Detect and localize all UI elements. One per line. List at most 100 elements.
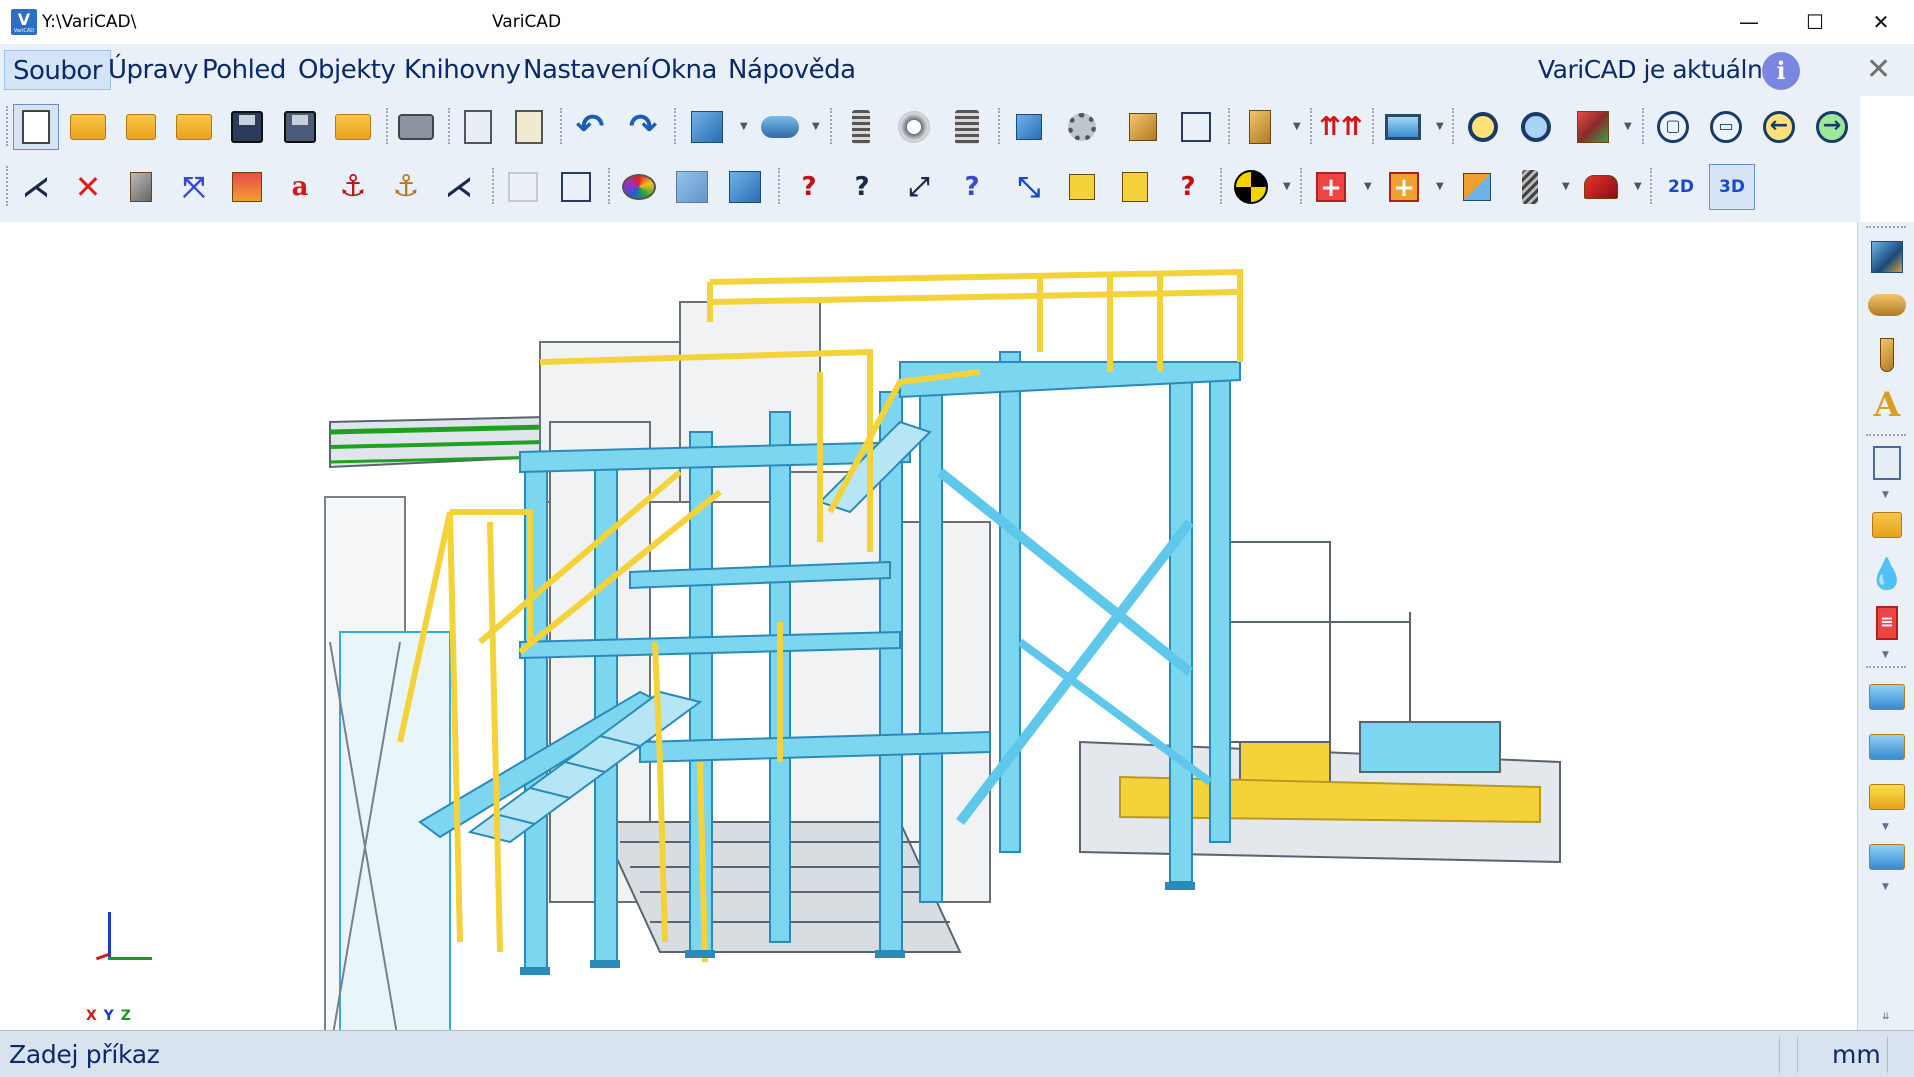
anchor-button[interactable]: ⚓ [330, 164, 376, 210]
chevron-down-icon[interactable]: ▼ [1882, 490, 1889, 500]
zoom-all-button[interactable] [1513, 104, 1559, 150]
chevron-down-icon[interactable]: ▼ [812, 122, 822, 132]
minimize-button[interactable]: — [1716, 0, 1782, 44]
wireframe-light-button[interactable] [500, 164, 546, 210]
save-button[interactable] [224, 104, 270, 150]
new-file-button[interactable] [13, 104, 59, 150]
solid-view-button[interactable] [722, 164, 768, 210]
chevron-down-icon[interactable]: ▼ [1882, 822, 1889, 832]
material-button[interactable]: 💧 [1864, 552, 1910, 598]
chevron-down-icon[interactable]: ▼ [1624, 122, 1634, 132]
solid-box-button[interactable] [684, 104, 730, 150]
print-button[interactable] [393, 104, 439, 150]
update-button[interactable] [1864, 724, 1910, 770]
insert-solid-button[interactable] [1006, 104, 1052, 150]
maximize-button[interactable]: ☐ [1782, 0, 1848, 44]
chevron-down-icon[interactable]: ▼ [1634, 182, 1644, 192]
assembly-grid-button[interactable] [1173, 104, 1219, 150]
display-settings-button[interactable] [1380, 104, 1426, 150]
export-button[interactable] [1864, 674, 1910, 720]
chevron-down-icon[interactable]: ▼ [1882, 882, 1889, 892]
switch-3d-button[interactable]: 3D [1709, 164, 1755, 210]
anchor-solid-button[interactable]: ⚓ [383, 164, 429, 210]
pan-left-button[interactable]: ← [1756, 104, 1802, 150]
select-button[interactable]: ⋌ [13, 164, 59, 210]
chevron-down-icon[interactable]: ▼ [1436, 182, 1446, 192]
toolbar-grip[interactable] [6, 166, 10, 206]
boolean-cut-button[interactable] [1454, 164, 1500, 210]
drill-button[interactable] [1507, 164, 1553, 210]
copy-button[interactable] [455, 104, 501, 150]
bolt-button[interactable] [838, 104, 884, 150]
open-file-button[interactable] [65, 104, 111, 150]
undo-button[interactable]: ↶ [567, 104, 613, 150]
menu-pohled[interactable]: Pohled [194, 50, 294, 90]
boolean-add-button[interactable]: + [1308, 164, 1354, 210]
surface-button[interactable] [1112, 164, 1158, 210]
text-3d-button[interactable]: A [1864, 382, 1910, 428]
3d-viewport[interactable] [0, 222, 1857, 1077]
move-button[interactable]: ⤧ [171, 164, 217, 210]
info-icon[interactable]: i [1762, 52, 1800, 90]
menu-nastaveni[interactable]: Nastavení [515, 50, 657, 90]
shading-button[interactable] [669, 164, 715, 210]
unlink-button[interactable] [1864, 834, 1910, 880]
zoom-window-button[interactable]: ▭ [1703, 104, 1749, 150]
scroll-down-icon[interactable]: ⇊ [1882, 1012, 1890, 1022]
pan-right-button[interactable]: → [1809, 104, 1855, 150]
volume-button[interactable]: ? [1165, 164, 1211, 210]
toolbar-grip[interactable] [6, 106, 10, 146]
chevron-down-icon[interactable]: ▼ [1436, 122, 1446, 132]
open-recent-button[interactable] [118, 104, 164, 150]
center-gravity-button[interactable] [1228, 164, 1274, 210]
extrude-button[interactable] [118, 164, 164, 210]
close-window-button[interactable]: ✕ [1848, 0, 1914, 44]
fillet-button[interactable] [1578, 164, 1624, 210]
redo-button[interactable]: ↷ [620, 104, 666, 150]
wireframe-button[interactable] [553, 164, 599, 210]
menu-objekty[interactable]: Objekty [290, 50, 403, 90]
mechanical-calc-button[interactable]: ⇈⇈ [1318, 104, 1364, 150]
zoom-previous-button[interactable] [1460, 104, 1506, 150]
boolean-move-button[interactable]: + [1381, 164, 1427, 210]
chevron-down-icon[interactable]: ▼ [1283, 182, 1293, 192]
measure-button[interactable]: ⤢ [896, 164, 942, 210]
point-query-button[interactable]: ? [949, 164, 995, 210]
save-all-button[interactable] [277, 104, 323, 150]
solid-panel-button[interactable] [1864, 234, 1910, 280]
structure-button[interactable]: ≡ [1864, 600, 1910, 646]
spring-button[interactable] [944, 104, 990, 150]
check-files-button[interactable] [330, 104, 376, 150]
switch-2d-button[interactable]: 2D [1658, 164, 1704, 210]
view-cube-button[interactable] [1570, 104, 1616, 150]
bearing-button[interactable] [891, 104, 937, 150]
constraint-button[interactable]: ⋌ [436, 164, 482, 210]
solid-info-button[interactable]: ? [786, 164, 832, 210]
open-upload-button[interactable] [171, 104, 217, 150]
menu-okna[interactable]: Okna [643, 50, 725, 90]
copy-array-button[interactable] [224, 164, 270, 210]
close-document-icon[interactable]: ✕ [1866, 52, 1891, 88]
chevron-down-icon[interactable]: ▼ [1562, 182, 1572, 192]
colors-button[interactable] [616, 164, 662, 210]
bom-button[interactable] [1864, 440, 1910, 486]
menu-soubor[interactable]: Soubor [4, 50, 111, 90]
pipe-panel-button[interactable] [1864, 282, 1910, 328]
chevron-down-icon[interactable]: ▼ [1293, 122, 1303, 132]
distance-button[interactable]: ? [839, 164, 885, 210]
solid-cylinder-button[interactable] [757, 104, 803, 150]
bend-panel-button[interactable] [1864, 332, 1910, 378]
assembly-button[interactable] [1120, 104, 1166, 150]
varicad-logo-icon[interactable]: V VariCAD [11, 9, 37, 35]
toolbar-grip[interactable] [1866, 226, 1906, 228]
parameters-button[interactable] [1237, 104, 1283, 150]
menu-upravy[interactable]: Úpravy [100, 50, 206, 90]
import-button[interactable] [1864, 502, 1910, 548]
paste-button[interactable] [506, 104, 552, 150]
units-indicator[interactable]: mm [1832, 1040, 1881, 1069]
link-button[interactable] [1864, 774, 1910, 820]
normal-button[interactable]: ⤡ [1006, 164, 1052, 210]
chevron-down-icon[interactable]: ▼ [740, 122, 750, 132]
text-button[interactable]: a [277, 164, 323, 210]
insert-component-button[interactable] [1059, 104, 1105, 150]
